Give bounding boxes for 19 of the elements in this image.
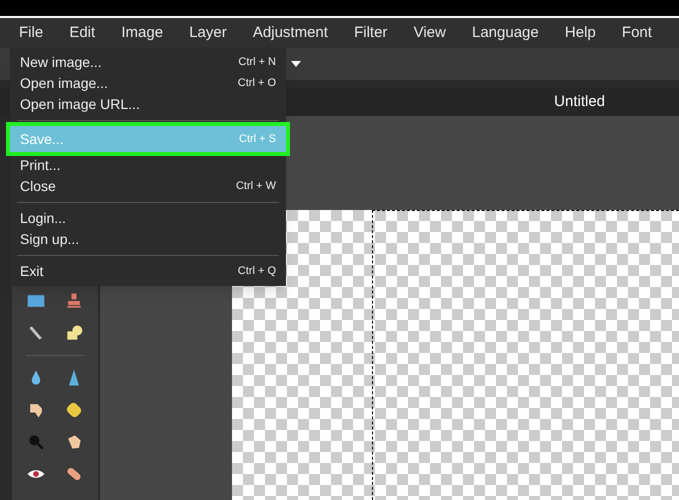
- document-title: Untitled: [554, 92, 605, 112]
- menu-option[interactable]: Open image... Ctrl + O: [10, 73, 286, 94]
- menu-option[interactable]: Print...: [10, 155, 286, 176]
- menu-option[interactable]: Sign up...: [10, 229, 286, 250]
- menu-item[interactable]: View: [400, 20, 459, 46]
- menu-item[interactable]: Font: [608, 20, 665, 46]
- menu-option[interactable]: Open image URL...: [10, 94, 286, 115]
- menu-item[interactable]: Help: [552, 20, 609, 46]
- menu-item[interactable]: Image: [108, 20, 176, 46]
- menu-item[interactable]: File: [6, 20, 56, 46]
- menu-item[interactable]: Edit: [56, 20, 108, 46]
- menu-item[interactable]: Adjustment: [240, 20, 341, 46]
- menu-option[interactable]: Close Ctrl + W: [10, 176, 286, 197]
- menu-option[interactable]: Exit Ctrl + Q: [10, 261, 286, 282]
- menu-item[interactable]: Language: [459, 20, 552, 46]
- menu-option[interactable]: New image... Ctrl + N: [10, 52, 286, 73]
- menu-item[interactable]: Layer: [176, 20, 240, 46]
- menu-item[interactable]: Filter: [341, 20, 400, 46]
- menu-option[interactable]: Login...: [10, 208, 286, 229]
